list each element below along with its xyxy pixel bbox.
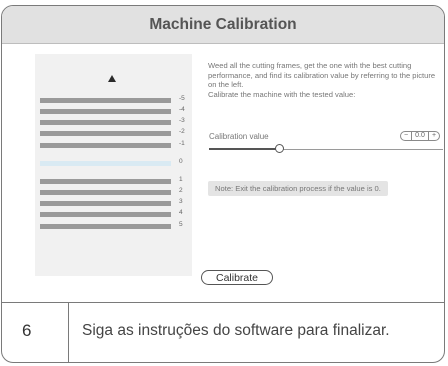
ruler-label: -2 — [179, 128, 185, 135]
ruler-row: -1 — [40, 140, 190, 148]
ruler-row: -4 — [40, 106, 190, 114]
ruler-bar — [40, 201, 171, 206]
ruler-row: 2 — [40, 187, 190, 195]
note-banner: Note: Exit the calibration process if th… — [208, 181, 388, 196]
ruler-bar — [40, 98, 171, 103]
ruler-label: 5 — [179, 221, 183, 228]
calibration-ruler-panel: -5 -4 -3 -2 -1 0 1 2 3 4 5 — [35, 54, 192, 276]
ruler-label: 3 — [179, 198, 183, 205]
instruction-text: Weed all the cutting frames, get the one… — [208, 61, 436, 90]
increment-button[interactable]: + — [429, 132, 439, 140]
calibration-value-stepper[interactable]: − 0.0 + — [400, 131, 440, 141]
ruler-label: 1 — [179, 176, 183, 183]
ruler-label: -3 — [179, 117, 185, 124]
manual-step-frame: Machine Calibration -5 -4 -3 -2 -1 0 1 2 3 4 5 Wee… — [1, 5, 445, 363]
ruler-label: 4 — [179, 209, 183, 216]
ruler-row: 4 — [40, 209, 190, 217]
ruler-label: 0 — [179, 158, 183, 165]
calibration-slider-handle[interactable] — [275, 144, 285, 153]
calibration-value-label: Calibration value — [209, 132, 269, 141]
ruler-row: -2 — [40, 128, 190, 136]
calibrate-button[interactable]: Calibrate — [201, 270, 273, 285]
decrement-button[interactable]: − — [401, 132, 411, 140]
calibration-value-field[interactable]: 0.0 — [411, 132, 429, 140]
ruler-row: 5 — [40, 221, 190, 229]
ruler-row: 0 — [40, 158, 190, 166]
step-number: 6 — [22, 321, 32, 340]
ruler-row: -3 — [40, 117, 190, 125]
ruler-label: -4 — [179, 106, 185, 113]
ruler-bar — [40, 190, 171, 195]
ruler-bar — [40, 224, 171, 229]
ruler-row: 3 — [40, 198, 190, 206]
step-instruction: Siga as instruções do software para fina… — [82, 322, 390, 339]
instruction-text-2: Calibrate the machine with the tested va… — [208, 89, 356, 99]
ruler-row: 1 — [40, 176, 190, 184]
ruler-row: -5 — [40, 95, 190, 103]
ruler-bar — [40, 143, 171, 148]
ruler-bar — [40, 131, 171, 136]
ruler-label: -1 — [179, 140, 185, 147]
dialog-title: Machine Calibration — [2, 6, 444, 44]
ruler-bar — [40, 120, 171, 125]
triangle-up-icon — [108, 75, 116, 82]
calibration-slider-fill — [209, 148, 280, 150]
ruler-bar-zero — [40, 161, 171, 166]
ruler-bar — [40, 109, 171, 114]
divider — [68, 302, 69, 362]
ruler-label: 2 — [179, 187, 183, 194]
ruler-bar — [40, 179, 171, 184]
ruler-bar — [40, 212, 171, 217]
instructions: Weed all the cutting frames, get the one… — [208, 61, 436, 99]
ruler-label: -5 — [179, 95, 185, 102]
